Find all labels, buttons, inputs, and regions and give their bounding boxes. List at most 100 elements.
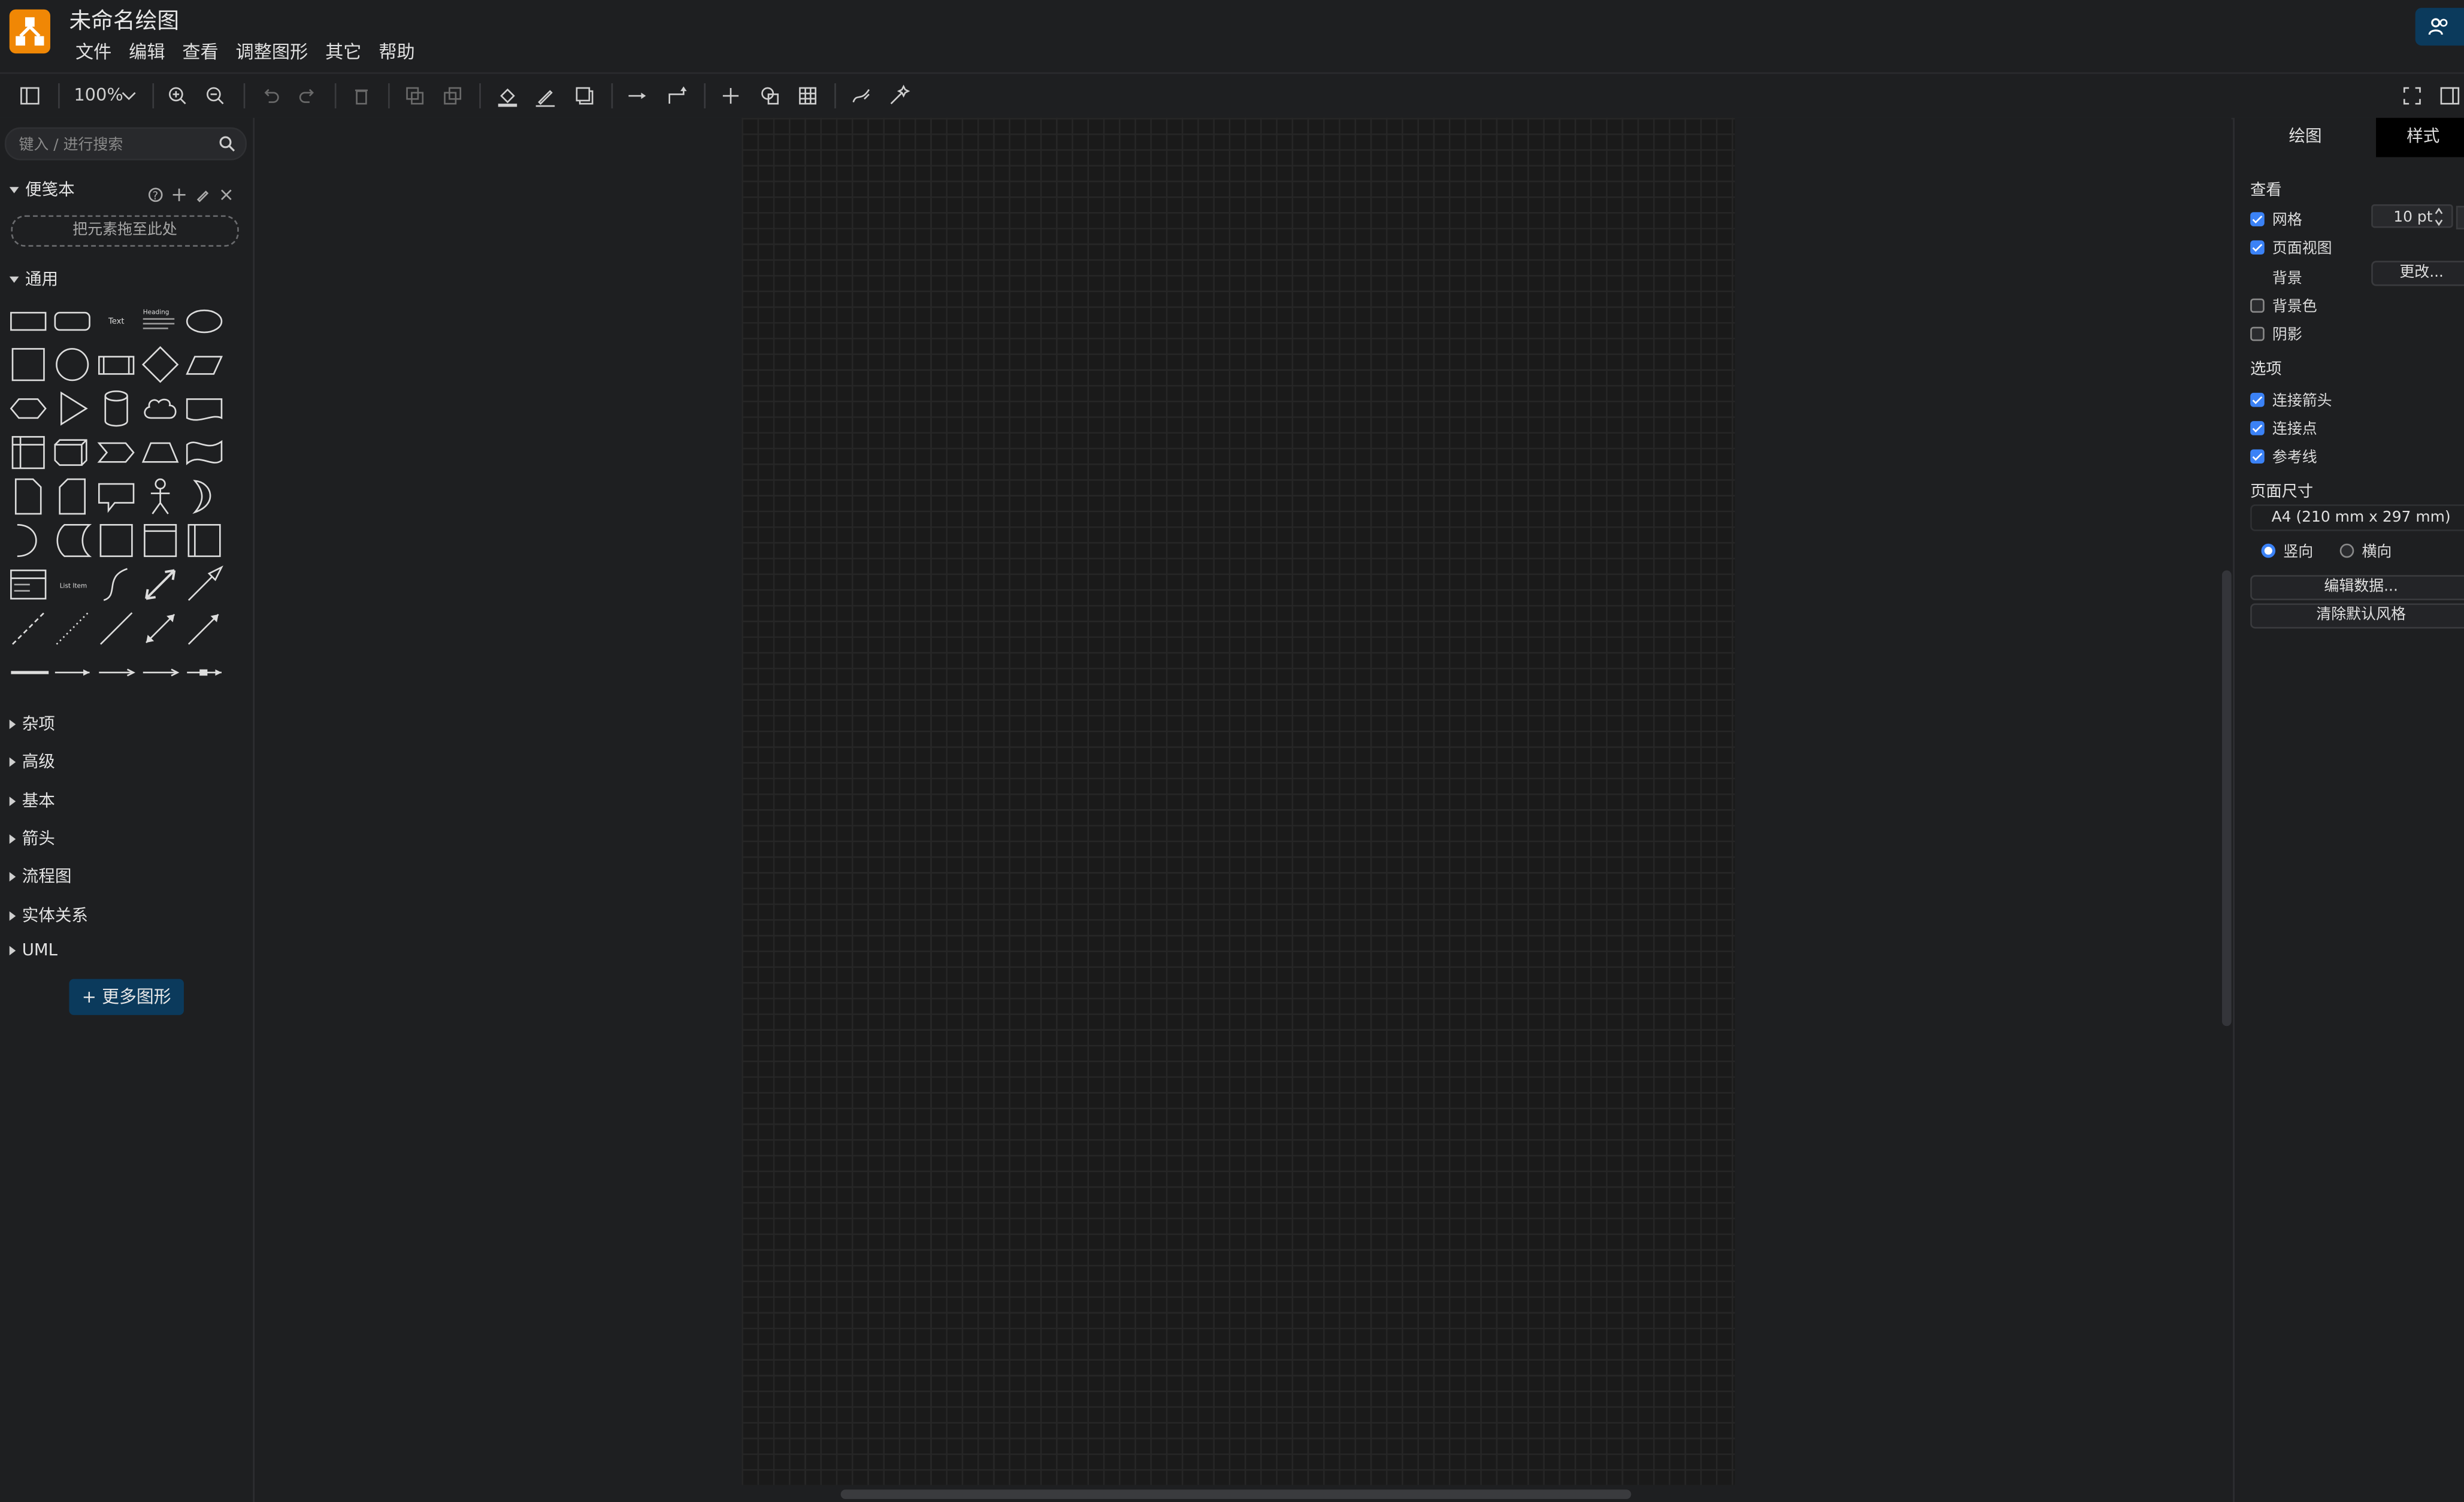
list-item-shape[interactable]: List Item — [52, 564, 93, 605]
text-shape[interactable]: Text — [96, 300, 137, 341]
menu-extras[interactable]: 其它 — [325, 40, 369, 65]
page-view-option[interactable]: 页面视图 — [2250, 236, 2332, 258]
menu-help[interactable]: 帮助 — [379, 40, 422, 65]
link-with-label-shape[interactable] — [184, 652, 225, 693]
cube-shape[interactable] — [52, 432, 93, 473]
actor-shape[interactable] — [140, 476, 181, 517]
document-title[interactable]: 未命名绘图 — [69, 5, 179, 36]
more-shapes-button[interactable]: + 更多图形 — [69, 979, 184, 1015]
directional-connector-shape[interactable] — [184, 608, 225, 649]
note-shape[interactable] — [8, 476, 49, 517]
page-size-select[interactable]: A4 (210 mm x 297 mm) — [2250, 504, 2464, 531]
horizontal-scrollbar[interactable] — [840, 1489, 1631, 1500]
cloud-shape[interactable] — [140, 388, 181, 429]
vertical-scrollbar[interactable] — [2221, 570, 2232, 1026]
process-shape[interactable] — [96, 344, 137, 385]
landscape-radio[interactable] — [2339, 543, 2354, 558]
waypoints-icon[interactable] — [665, 83, 690, 108]
scratchpad-dropzone[interactable]: 把元素拖至此处 — [11, 215, 239, 247]
fill-color-icon[interactable] — [495, 83, 520, 108]
tape-shape[interactable] — [184, 432, 225, 473]
callout-shape[interactable] — [96, 476, 137, 517]
add-icon[interactable] — [171, 179, 187, 201]
redo-icon[interactable] — [295, 83, 320, 108]
flowchart-section[interactable]: 流程图 — [9, 864, 72, 888]
line-color-icon[interactable] — [532, 83, 558, 108]
format-panel-icon[interactable] — [2437, 83, 2462, 108]
arrow-shape[interactable] — [184, 564, 225, 605]
grid-option[interactable]: 网格 — [2250, 207, 2302, 229]
format-panel-toggle-icon[interactable] — [17, 83, 43, 108]
advanced-section[interactable]: 高级 — [9, 750, 55, 773]
portrait-radio[interactable] — [2261, 543, 2276, 558]
edit-data-button[interactable]: 编辑数据... — [2250, 575, 2464, 601]
table-icon[interactable] — [795, 83, 821, 108]
dotted-line-shape[interactable] — [52, 608, 93, 649]
document-shape[interactable] — [184, 388, 225, 429]
scratchpad-header[interactable]: 便笺本 — [9, 177, 75, 201]
diagram-canvas[interactable] — [255, 117, 2232, 1502]
line-shape[interactable] — [96, 608, 137, 649]
background-color-option[interactable]: 背景色 — [2250, 294, 2317, 316]
shapes-icon[interactable] — [758, 83, 783, 108]
card-shape[interactable] — [52, 476, 93, 517]
guides-checkbox[interactable] — [2250, 449, 2265, 463]
dashed-line-shape[interactable] — [8, 608, 49, 649]
change-background-button[interactable]: 更改... — [2371, 261, 2464, 286]
arrows-section[interactable]: 箭头 — [9, 826, 55, 850]
share-button[interactable] — [2415, 8, 2464, 46]
entity-relation-section[interactable]: 实体关系 — [9, 904, 88, 927]
misc-section[interactable]: 杂项 — [9, 712, 55, 735]
search-input[interactable] — [16, 132, 211, 158]
uml-section[interactable]: UML — [9, 941, 57, 960]
textbox-shape[interactable]: Heading — [140, 300, 181, 341]
grid-checkbox[interactable] — [2250, 211, 2265, 226]
link-label-shape[interactable] — [140, 652, 181, 693]
list-shape[interactable] — [8, 564, 49, 605]
rounded-rectangle-shape[interactable] — [52, 300, 93, 341]
clear-default-style-button[interactable]: 清除默认风格 — [2250, 603, 2464, 629]
background-color-checkbox[interactable] — [2250, 298, 2265, 312]
insert-plus-icon[interactable] — [718, 83, 743, 108]
shadow-checkbox[interactable] — [2250, 326, 2265, 341]
diamond-shape[interactable] — [140, 344, 181, 385]
edit-pencil-icon[interactable] — [195, 179, 210, 202]
search-icon[interactable] — [219, 135, 236, 153]
chevron-down-icon[interactable] — [116, 83, 141, 108]
bidirectional-arrow-shape[interactable] — [140, 564, 181, 605]
close-icon[interactable] — [219, 179, 234, 201]
parallelogram-shape[interactable] — [184, 344, 225, 385]
general-header[interactable]: 通用 — [9, 267, 58, 290]
triangle-shape[interactable] — [52, 388, 93, 429]
grid-color-swatch[interactable] — [2456, 205, 2464, 230]
container-shape[interactable] — [96, 520, 137, 561]
undo-icon[interactable] — [258, 83, 283, 108]
magic-wand-icon[interactable] — [886, 83, 912, 108]
trapezoid-shape[interactable] — [140, 432, 181, 473]
shadow-icon[interactable] — [572, 83, 597, 108]
thick-link-shape[interactable] — [8, 652, 49, 693]
link-open-arrow-shape[interactable] — [96, 652, 137, 693]
circle-shape[interactable] — [52, 344, 93, 385]
square-shape[interactable] — [8, 344, 49, 385]
menu-view[interactable]: 查看 — [182, 40, 226, 65]
basic-section[interactable]: 基本 — [9, 789, 55, 812]
tab-diagram[interactable]: 绘图 — [2235, 118, 2376, 158]
to-front-icon[interactable] — [402, 83, 428, 108]
diagram-page[interactable] — [741, 117, 1735, 1485]
connection-points-checkbox[interactable] — [2250, 420, 2265, 435]
link-arrow-shape[interactable] — [52, 652, 93, 693]
connection-points-option[interactable]: 连接点 — [2250, 416, 2317, 438]
step-shape[interactable] — [96, 432, 137, 473]
internal-storage-shape[interactable] — [8, 432, 49, 473]
help-icon[interactable]: ? — [148, 179, 164, 202]
connection-arrow-icon[interactable] — [625, 83, 650, 108]
guides-option[interactable]: 参考线 — [2250, 445, 2317, 467]
page-view-checkbox[interactable] — [2250, 240, 2265, 254]
freehand-icon[interactable] — [849, 83, 874, 108]
delete-icon[interactable] — [349, 83, 374, 108]
drawio-logo-icon[interactable] — [9, 9, 50, 54]
to-back-icon[interactable] — [440, 83, 465, 108]
data-storage-shape[interactable] — [52, 520, 93, 561]
vertical-container-shape[interactable] — [184, 520, 225, 561]
